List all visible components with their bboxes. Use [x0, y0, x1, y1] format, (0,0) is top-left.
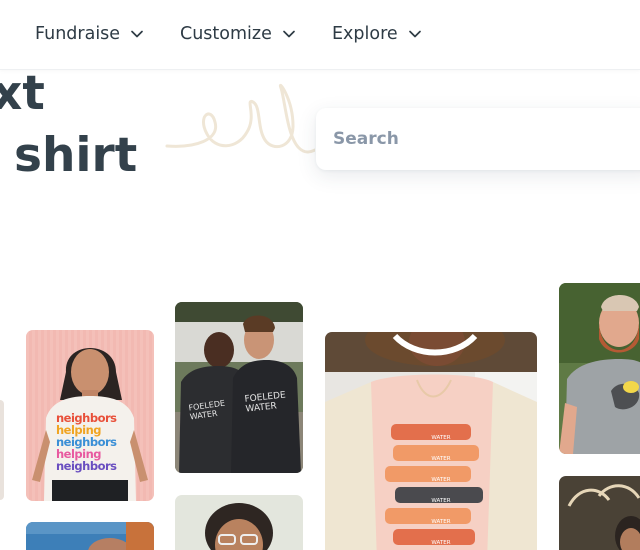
photo-card[interactable]	[26, 522, 154, 550]
nav-explore-label: Explore	[332, 24, 398, 44]
nav-customize-label: Customize	[180, 24, 272, 44]
photo-card-two-men[interactable]: FOELEDE WATER FOELEDE WATER	[175, 302, 303, 473]
photo-card-edge[interactable]	[0, 400, 4, 500]
photo-card-water-shirt[interactable]: WATER WATER WATER WATER WATER WATER	[325, 332, 537, 550]
nav-explore[interactable]: Explore	[332, 22, 422, 46]
chevron-down-icon	[408, 30, 421, 38]
shirt-line: WATER	[431, 456, 451, 462]
search-input[interactable]	[316, 108, 640, 170]
shirt-line: WATER	[431, 540, 451, 546]
top-navigation: Fundraise Customize Explore	[0, 0, 640, 70]
photo-card-neighbors-shirt[interactable]: neighbors helping neighbors helping neig…	[26, 330, 154, 501]
photo-card-bearded-man[interactable]	[559, 283, 640, 454]
shirt-line: WATER	[431, 498, 451, 504]
shirt-print-text: neighbors helping neighbors helping neig…	[56, 412, 126, 472]
shirt-line: WATER	[431, 519, 451, 525]
decorative-squiggle	[165, 84, 315, 154]
hero-heading-line-1: xt	[0, 66, 45, 121]
shirt-line: WATER	[431, 477, 451, 483]
nav-fundraise[interactable]: Fundraise	[35, 22, 144, 46]
nav-fundraise-label: Fundraise	[35, 24, 121, 44]
shirt-line: WATER	[431, 435, 451, 441]
shirt-print-text: WATER WATER WATER WATER WATER WATER	[421, 428, 461, 550]
shirt-line: neighbors	[56, 459, 117, 473]
photo-card[interactable]	[559, 476, 640, 550]
nav-customize[interactable]: Customize	[180, 22, 296, 46]
search-box	[316, 108, 640, 170]
chevron-down-icon	[131, 30, 143, 38]
chevron-down-icon	[283, 30, 295, 38]
photo-card-woman-glasses[interactable]	[175, 495, 303, 550]
hero-heading-line-2: shirt	[14, 128, 138, 183]
